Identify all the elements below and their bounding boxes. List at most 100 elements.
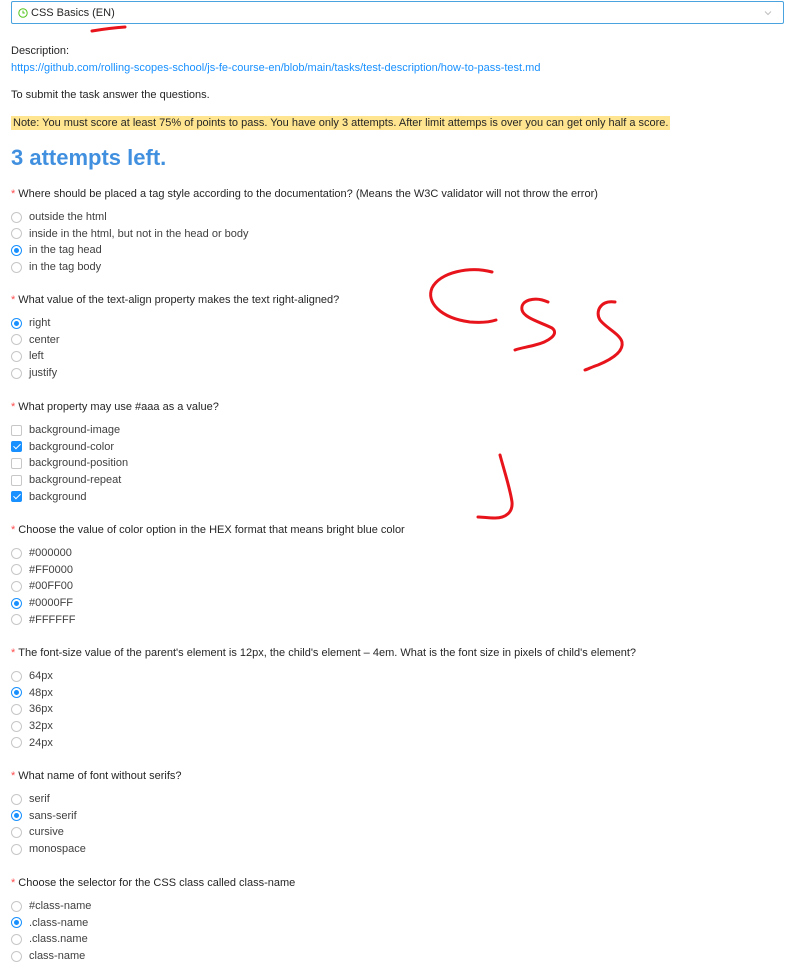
checkbox[interactable] xyxy=(11,424,22,436)
radio-button[interactable] xyxy=(11,687,22,699)
option-label: inside in the html, but not in the head … xyxy=(29,227,249,240)
question-text: What name of font without serifs? xyxy=(18,770,182,782)
answer-option[interactable]: 32px xyxy=(11,718,791,735)
answer-option[interactable]: sans-serif xyxy=(11,808,791,825)
checkbox[interactable] xyxy=(11,491,22,503)
radio-button[interactable] xyxy=(11,317,22,329)
answer-option[interactable]: left xyxy=(11,348,791,365)
radio-button[interactable] xyxy=(11,547,22,559)
radio-button[interactable] xyxy=(11,228,22,240)
radio-button[interactable] xyxy=(11,950,22,962)
answer-option[interactable]: 64px xyxy=(11,668,791,685)
option-label: #000000 xyxy=(29,547,72,560)
chevron-down-icon[interactable] xyxy=(763,8,773,18)
answer-option[interactable]: .class-name xyxy=(11,915,791,932)
radio-button[interactable] xyxy=(11,261,22,273)
answer-option[interactable]: class-name xyxy=(11,948,791,965)
option-label: #0000FF xyxy=(29,597,74,610)
description-link[interactable]: https://github.com/rolling-scopes-school… xyxy=(11,62,540,74)
radio-button[interactable] xyxy=(11,211,22,223)
answer-option[interactable]: background xyxy=(11,488,791,505)
radio-button[interactable] xyxy=(11,933,22,945)
radio-button[interactable] xyxy=(11,703,22,715)
option-label: left xyxy=(29,350,44,363)
answer-option[interactable]: in the tag head xyxy=(11,242,791,259)
answer-option[interactable]: background-color xyxy=(11,439,791,456)
answer-option[interactable]: 24px xyxy=(11,734,791,751)
answer-option[interactable]: 36px xyxy=(11,701,791,718)
checkbox[interactable] xyxy=(11,441,22,453)
radio-button[interactable] xyxy=(11,670,22,682)
option-label: background-color xyxy=(29,440,114,453)
radio-button[interactable] xyxy=(11,810,22,822)
radio-button[interactable] xyxy=(11,580,22,592)
radio-button[interactable] xyxy=(11,564,22,576)
answer-option[interactable]: serif xyxy=(11,791,791,808)
required-mark: * xyxy=(11,770,16,782)
radio-button[interactable] xyxy=(11,826,22,838)
radio-group: #class-name .class-name .class.name class-n… xyxy=(11,898,791,964)
answer-option[interactable]: #class-name xyxy=(11,898,791,915)
option-label: .class.name xyxy=(29,933,88,946)
required-mark: * xyxy=(11,877,16,889)
question-title: * What value of the text-align property m… xyxy=(11,292,791,308)
option-label: right xyxy=(29,317,51,330)
radio-button[interactable] xyxy=(11,720,22,732)
option-label: 32px xyxy=(29,720,53,733)
answer-option[interactable]: monospace xyxy=(11,841,791,858)
radio-group: right center left justify xyxy=(11,315,791,381)
question-title: * The font-size value of the parent's ele… xyxy=(11,645,791,661)
answer-option[interactable]: in the tag body xyxy=(11,259,791,276)
question-title: * What name of font without serifs? xyxy=(11,768,791,784)
radio-button[interactable] xyxy=(11,614,22,626)
answer-option[interactable]: cursive xyxy=(11,824,791,841)
option-label: #FF0000 xyxy=(29,563,74,576)
radio-button[interactable] xyxy=(11,350,22,362)
answer-option[interactable]: .class.name xyxy=(11,931,791,948)
question-title: * Where should be placed a tag style acco… xyxy=(11,186,791,202)
question-3: * What property may use #aaa as a value? b… xyxy=(11,399,791,505)
radio-button[interactable] xyxy=(11,737,22,749)
answer-option[interactable]: background-repeat xyxy=(11,472,791,489)
answer-option[interactable]: outside the html xyxy=(11,209,791,226)
question-text: Where should be placed a tag style accor… xyxy=(18,188,598,200)
course-select[interactable]: CSS Basics (EN) xyxy=(11,1,784,24)
answer-option[interactable]: #00FF00 xyxy=(11,578,791,595)
radio-button[interactable] xyxy=(11,597,22,609)
answer-option[interactable]: 48px xyxy=(11,685,791,702)
option-label: #FFFFFF xyxy=(29,613,76,626)
answer-option[interactable]: #FF0000 xyxy=(11,562,791,579)
required-mark: * xyxy=(11,188,16,200)
radio-button[interactable] xyxy=(11,917,22,929)
answer-option[interactable]: #FFFFFF xyxy=(11,611,791,628)
option-label: class-name xyxy=(29,950,86,963)
answer-option[interactable]: center xyxy=(11,332,791,349)
question-2: * What value of the text-align property m… xyxy=(11,292,791,381)
option-label: in the tag head xyxy=(29,244,102,257)
answer-option[interactable]: inside in the html, but not in the head … xyxy=(11,226,791,243)
option-label: 48px xyxy=(29,686,53,699)
answer-option[interactable]: #0000FF xyxy=(11,595,791,612)
answer-option[interactable]: right xyxy=(11,315,791,332)
radio-button[interactable] xyxy=(11,843,22,855)
required-mark: * xyxy=(11,401,16,413)
radio-button[interactable] xyxy=(11,334,22,346)
question-text: The font-size value of the parent's elem… xyxy=(18,647,637,659)
answer-option[interactable]: #000000 xyxy=(11,545,791,562)
question-text: Choose the selector for the CSS class ca… xyxy=(18,877,296,889)
radio-button[interactable] xyxy=(11,793,22,805)
answer-option[interactable]: background-image xyxy=(11,422,791,439)
question-text: Choose the value of color option in the … xyxy=(18,524,405,536)
option-label: background-image xyxy=(29,424,121,437)
checkbox[interactable] xyxy=(11,457,22,469)
checkbox[interactable] xyxy=(11,474,22,486)
answer-option[interactable]: background-position xyxy=(11,455,791,472)
radio-button[interactable] xyxy=(11,900,22,912)
radio-button[interactable] xyxy=(11,367,22,379)
option-label: 36px xyxy=(29,703,53,716)
question-1: * Where should be placed a tag style acco… xyxy=(11,186,791,275)
answer-option[interactable]: justify xyxy=(11,365,791,382)
option-label: #00FF00 xyxy=(29,580,74,593)
radio-button[interactable] xyxy=(11,244,22,256)
option-label: background-position xyxy=(29,457,129,470)
